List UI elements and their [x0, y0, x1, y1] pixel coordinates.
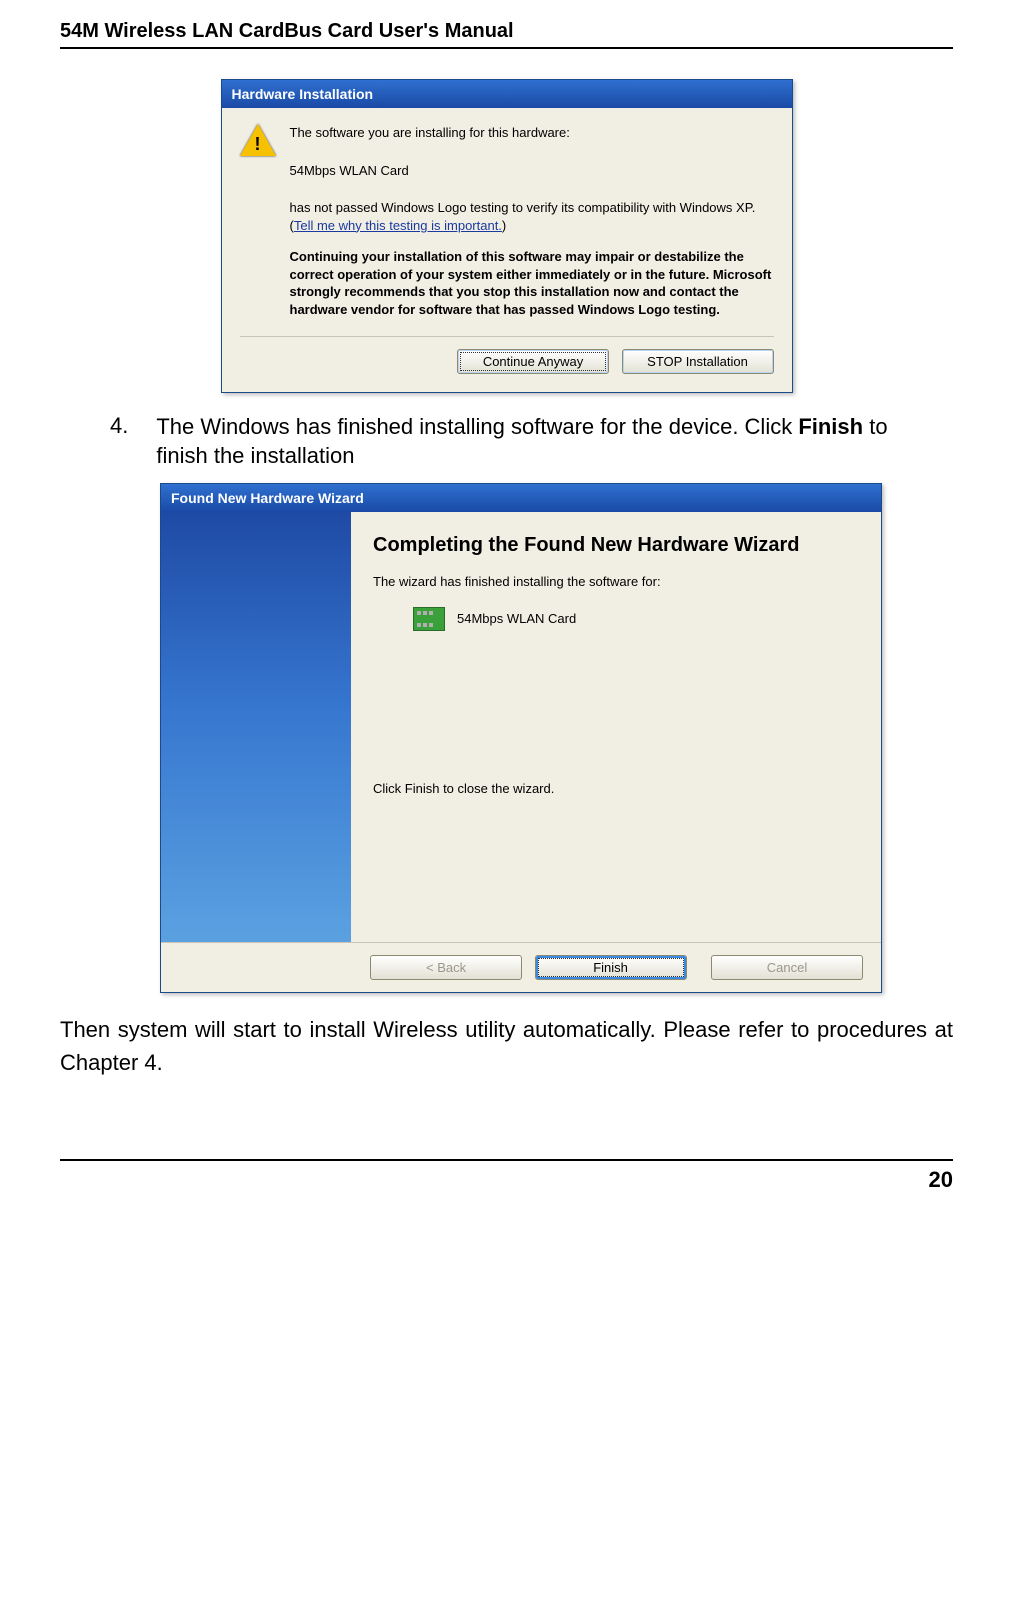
warning-icon: ! [240, 124, 276, 160]
dialog-compat-line: has not passed Windows Logo testing to v… [290, 199, 774, 234]
device-chip-icon [413, 607, 445, 631]
cancel-button: Cancel [711, 955, 863, 980]
step-number: 4. [110, 413, 128, 470]
dialog-warning-text: Continuing your installation of this sof… [290, 248, 774, 318]
header-divider [60, 47, 953, 49]
page-number: 20 [60, 1167, 953, 1193]
dialog-titlebar: Hardware Installation [222, 80, 792, 108]
step-text-a: The Windows has finished installing soft… [156, 414, 798, 439]
dialog-device-name: 54Mbps WLAN Card [290, 162, 774, 180]
wizard-device-name: 54Mbps WLAN Card [457, 611, 576, 626]
document-header: 54M Wireless LAN CardBus Card User's Man… [60, 20, 953, 43]
tell-me-why-link[interactable]: Tell me why this testing is important. [294, 218, 502, 233]
follow-paragraph: Then system will start to install Wirele… [60, 1013, 953, 1079]
compat-end: ) [502, 218, 506, 233]
step-4: 4. The Windows has finished installing s… [110, 413, 923, 470]
finish-button[interactable]: Finish [535, 955, 687, 980]
footer-divider [60, 1159, 953, 1161]
stop-installation-button[interactable]: STOP Installation [622, 349, 774, 374]
hardware-installation-dialog: Hardware Installation ! The software you… [221, 79, 793, 393]
found-new-hardware-wizard: Found New Hardware Wizard Completing the… [160, 483, 882, 993]
continue-anyway-button[interactable]: Continue Anyway [457, 349, 609, 374]
step-body: The Windows has finished installing soft… [156, 413, 923, 470]
wizard-side-graphic [161, 512, 351, 942]
dialog-intro: The software you are installing for this… [290, 124, 774, 142]
wizard-heading: Completing the Found New Hardware Wizard [373, 532, 859, 558]
wizard-titlebar: Found New Hardware Wizard [161, 484, 881, 512]
step-text-bold: Finish [798, 414, 863, 439]
wizard-line2: Click Finish to close the wizard. [373, 781, 859, 796]
wizard-line1: The wizard has finished installing the s… [373, 574, 859, 589]
back-button: < Back [370, 955, 522, 980]
